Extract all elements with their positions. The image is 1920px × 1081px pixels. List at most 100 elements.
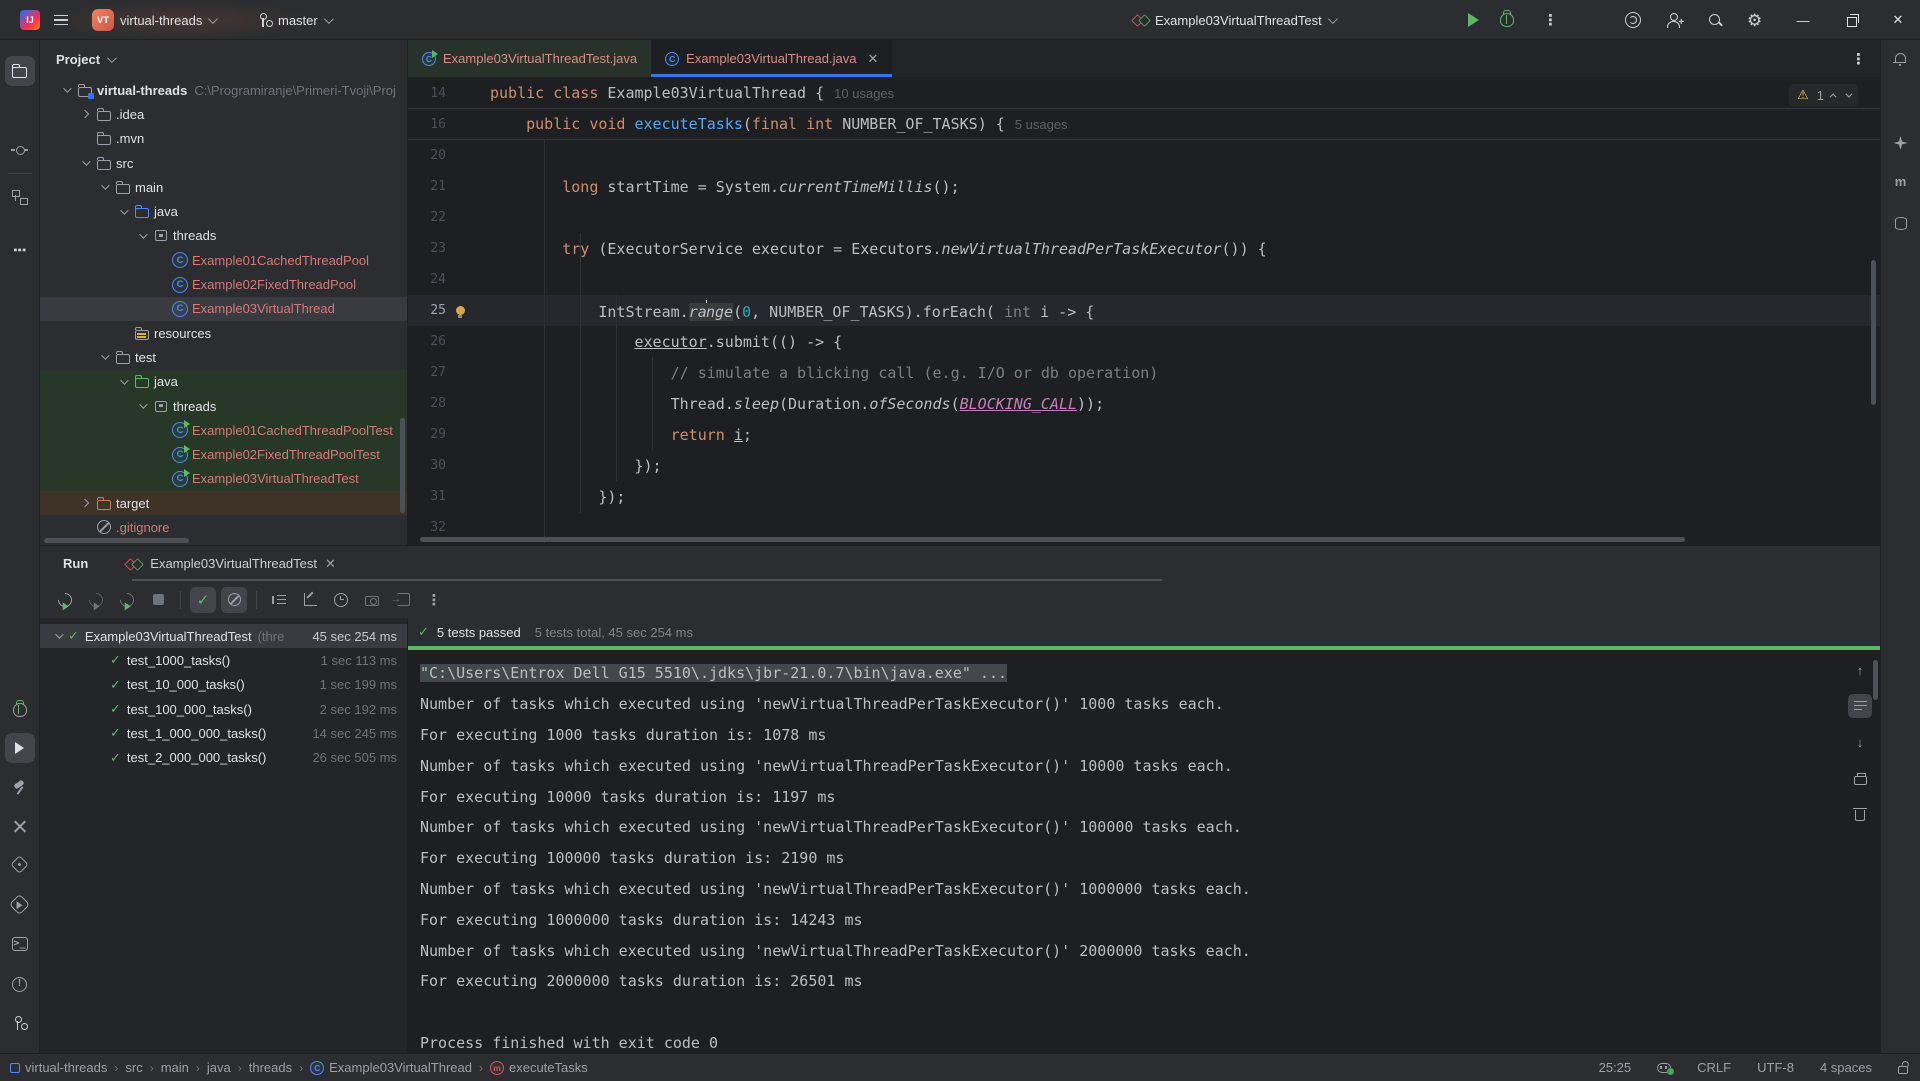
project-panel-header[interactable]: Project <box>40 40 407 78</box>
window-minimize-button[interactable]: — <box>1781 0 1825 40</box>
structure-toolwindow-button[interactable] <box>5 182 35 212</box>
tree-item-target[interactable]: target <box>40 491 407 515</box>
breadcrumb-item-java[interactable]: java <box>207 1060 231 1075</box>
close-icon[interactable]: ✕ <box>867 51 878 67</box>
chevron-down-icon[interactable] <box>101 182 109 190</box>
rerun-tests-button[interactable] <box>52 587 78 613</box>
settings-button[interactable]: ⚙ <box>1747 0 1762 40</box>
tab-example03virtualthreadtest[interactable]: C Example03VirtualThreadTest.java <box>408 40 651 77</box>
vcs-toolwindow-button[interactable] <box>5 1008 35 1038</box>
thread-snapshot-button[interactable] <box>359 587 385 613</box>
project-toolwindow-button[interactable] <box>5 56 35 86</box>
console-output[interactable]: "C:\Users\Entrox Dell G15 5510\.jdks\jbr… <box>408 650 1880 1053</box>
usages-hint[interactable]: 5 usages <box>1015 117 1068 132</box>
chevron-down-icon[interactable] <box>120 206 128 214</box>
tree-item--idea[interactable]: .idea <box>40 102 407 126</box>
code-line-21[interactable]: 21 long startTime = System.currentTimeMi… <box>408 171 1880 202</box>
collapse-all-button[interactable] <box>297 587 323 613</box>
console-line[interactable]: For executing 1000000 tasks duration is:… <box>420 904 1880 935</box>
code-line-27[interactable]: 27 // simulate a blicking call (e.g. I/O… <box>408 357 1880 388</box>
breadcrumb-item-src[interactable]: src <box>125 1060 142 1075</box>
code-line-29[interactable]: 29 return i; <box>408 419 1880 450</box>
scroll-up-button[interactable]: ↑ <box>1848 658 1872 682</box>
tree-item-example03virtualthread[interactable]: CExample03VirtualThread <box>40 297 407 321</box>
more-options-button[interactable]: ⋮ <box>421 587 447 613</box>
tree-item--mvn[interactable]: .mvn <box>40 127 407 151</box>
tab-example03virtualthread[interactable]: C Example03VirtualThread.java ✕ <box>651 40 892 77</box>
test-row-root[interactable]: ✓Example03VirtualThreadTest(thre45 sec 2… <box>40 624 407 648</box>
tree-item-main[interactable]: main <box>40 175 407 199</box>
tree-item-threads[interactable]: threads <box>40 394 407 418</box>
stop-button[interactable] <box>145 587 171 613</box>
chevron-down-icon[interactable] <box>120 376 128 384</box>
run-session-tab[interactable]: Example03VirtualThreadTest ✕ <box>126 556 336 572</box>
tools-toolwindow-button[interactable] <box>5 811 35 841</box>
run-configuration-selector[interactable]: Example03VirtualThreadTest <box>1133 0 1335 40</box>
readonly-lock-icon[interactable] <box>1898 1066 1908 1074</box>
ai-assistant-toolwindow-button[interactable] <box>1886 128 1916 158</box>
tree-item-example02fixedthreadpooltest[interactable]: CExample02FixedThreadPoolTest <box>40 442 407 466</box>
import-tests-button[interactable] <box>390 587 416 613</box>
console-line[interactable]: Number of tasks which executed using 'ne… <box>420 750 1880 781</box>
database-toolwindow-button[interactable] <box>1886 208 1916 238</box>
tree-item-example01cachedthreadpool[interactable]: CExample01CachedThreadPool <box>40 248 407 272</box>
endpoints-toolwindow-button[interactable] <box>5 849 35 879</box>
tree-item-java[interactable]: java <box>40 370 407 394</box>
breadcrumb-item-threads[interactable]: threads <box>249 1060 292 1075</box>
console-line[interactable]: "C:\Users\Entrox Dell G15 5510\.jdks\jbr… <box>420 658 1880 689</box>
console-line[interactable] <box>420 997 1880 1028</box>
print-button[interactable] <box>1848 766 1872 790</box>
more-toolwindows-button[interactable]: ⋮ <box>5 235 35 265</box>
run-button[interactable] <box>1468 0 1479 40</box>
chevron-down-icon[interactable] <box>63 84 71 92</box>
code-line-28[interactable]: 28 Thread.sleep(Duration.ofSeconds(BLOCK… <box>408 388 1880 419</box>
show-passed-toggle[interactable]: ✓ <box>190 587 216 613</box>
breadcrumb-item-example03virtualthread[interactable]: CExample03VirtualThread <box>310 1060 472 1075</box>
encoding-widget[interactable]: UTF-8 <box>1757 1060 1794 1075</box>
console-vertical-scrollbar[interactable] <box>1873 660 1878 700</box>
test-history-button[interactable] <box>328 587 354 613</box>
chevron-right-icon[interactable] <box>81 110 89 118</box>
debug-toolwindow-button[interactable] <box>5 695 35 725</box>
code-line-14[interactable]: 14public class Example03VirtualThread {1… <box>408 78 1880 109</box>
run-toolwindow-label[interactable]: Run <box>63 556 88 571</box>
tree-item-example03virtualthreadtest[interactable]: CExample03VirtualThreadTest <box>40 467 407 491</box>
scroll-to-end-button[interactable]: ↓ <box>1848 730 1872 754</box>
commit-toolwindow-button[interactable] <box>5 135 35 165</box>
console-line[interactable]: Process finished with exit code 0 <box>420 1028 1880 1053</box>
code-line-25[interactable]: 25 IntStream.range(0, NUMBER_OF_TASKS).f… <box>408 295 1880 326</box>
intention-bulb-icon[interactable] <box>456 306 465 315</box>
show-ignored-toggle[interactable] <box>221 587 247 613</box>
tree-item-threads[interactable]: threads <box>40 224 407 248</box>
window-close-button[interactable]: ✕ <box>1876 0 1920 40</box>
chevron-down-icon[interactable] <box>1845 90 1852 97</box>
breadcrumb-item-main[interactable]: main <box>161 1060 189 1075</box>
run-toolwindow-button[interactable] <box>5 733 35 763</box>
test-row-test-1000-tasks-[interactable]: ✓test_1000_tasks()1 sec 113 ms <box>40 648 407 672</box>
chevron-right-icon[interactable] <box>81 499 89 507</box>
debug-button[interactable] <box>1500 0 1514 40</box>
chevron-down-icon[interactable] <box>139 400 147 408</box>
editor-vertical-scrollbar[interactable] <box>1871 260 1876 405</box>
project-tree-vertical-scrollbar[interactable] <box>400 418 405 513</box>
tree-item-virtual-threads[interactable]: virtual-threadsC:\Programiranje\Primeri-… <box>40 78 407 102</box>
caret-position-widget[interactable]: 25:25 <box>1599 1060 1632 1075</box>
code-line-22[interactable]: 22 <box>408 202 1880 233</box>
tree-item-java[interactable]: java <box>40 199 407 223</box>
console-line[interactable]: For executing 2000000 tasks duration is:… <box>420 966 1880 997</box>
code-line-24[interactable]: 24 <box>408 264 1880 295</box>
code-line-23[interactable]: 23 try (ExecutorService executor = Execu… <box>408 233 1880 264</box>
breadcrumb-item-executetasks[interactable]: mexecuteTasks <box>490 1060 588 1075</box>
close-icon[interactable]: ✕ <box>325 556 336 572</box>
console-line[interactable]: For executing 100000 tasks duration is: … <box>420 843 1880 874</box>
code-line-20[interactable]: 20 <box>408 140 1880 171</box>
tree-item--gitignore[interactable]: .gitignore <box>40 515 407 539</box>
tree-item-test[interactable]: test <box>40 345 407 369</box>
inspections-widget[interactable]: ⚠ 1 <box>1789 84 1858 106</box>
test-row-test-10-000-tasks-[interactable]: ✓test_10_000_tasks()1 sec 199 ms <box>40 673 407 697</box>
chevron-up-icon[interactable] <box>1830 93 1837 100</box>
ai-assistant-button[interactable] <box>1625 0 1641 40</box>
problems-toolwindow-button[interactable]: ! <box>5 969 35 999</box>
console-line[interactable]: Number of tasks which executed using 'ne… <box>420 689 1880 720</box>
maven-toolwindow-button[interactable]: m <box>1886 166 1916 196</box>
